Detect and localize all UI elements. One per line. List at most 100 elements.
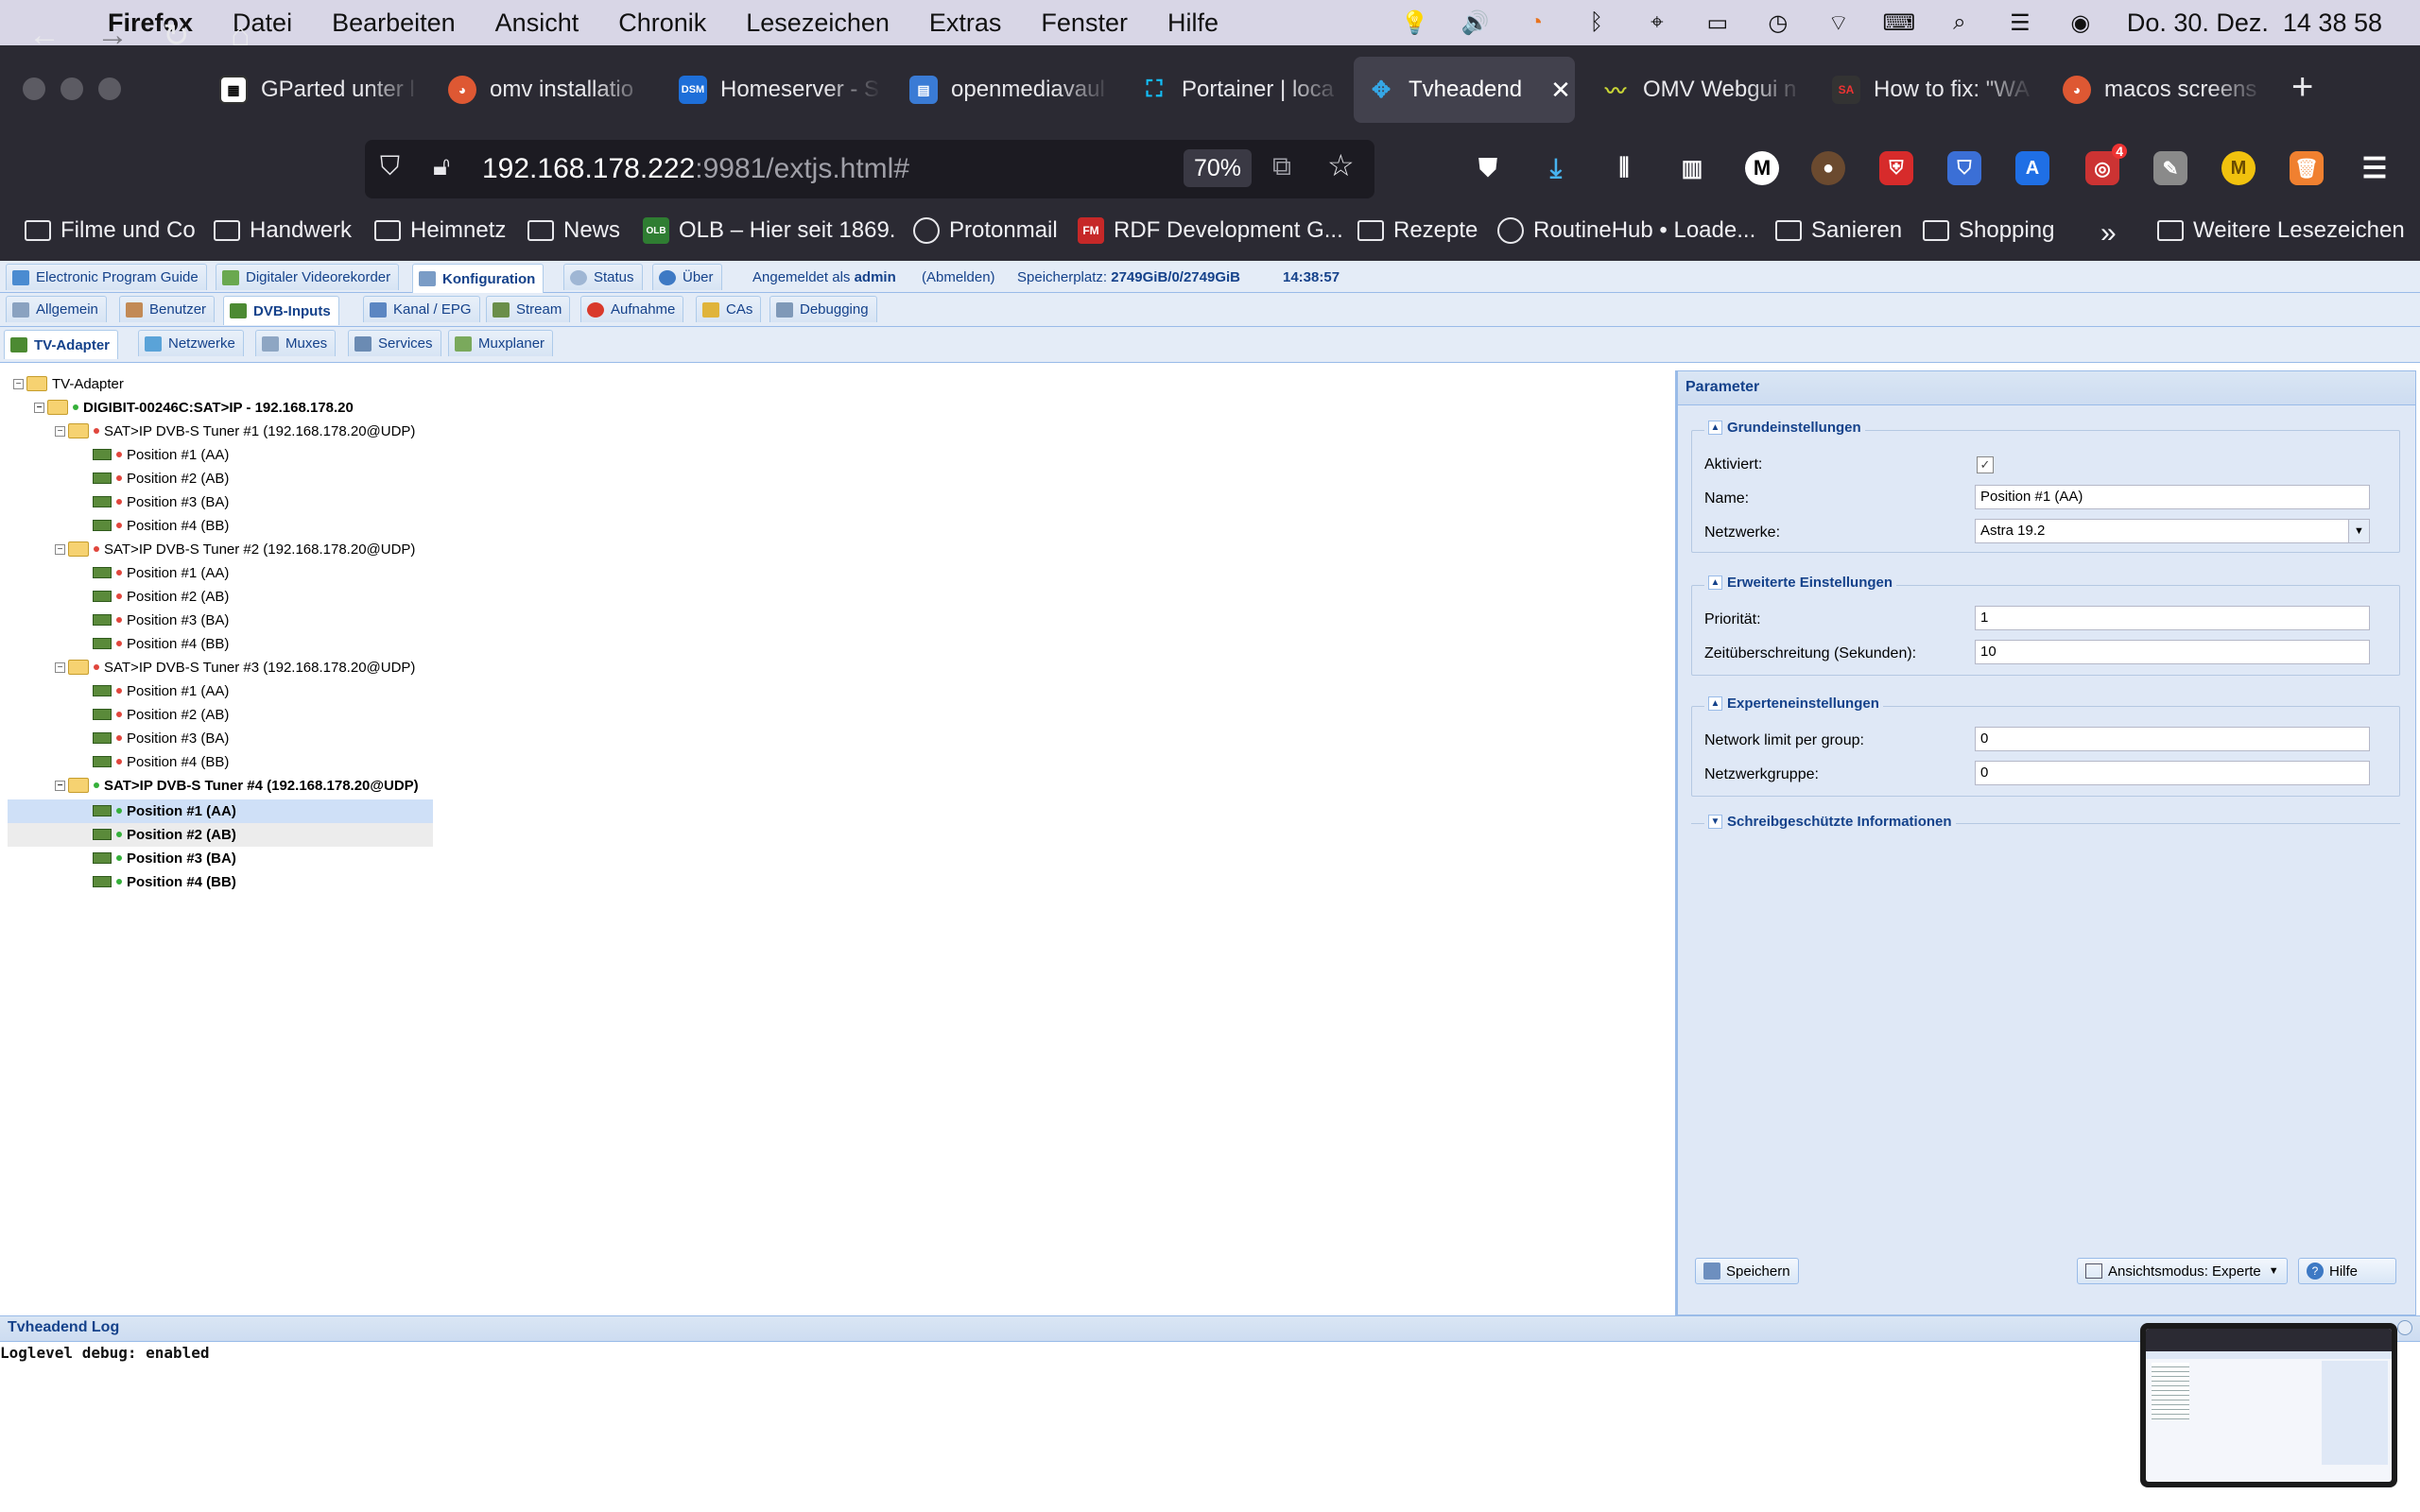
- bookmark-rdf-development[interactable]: FM RDF Development G...: [1078, 217, 1343, 244]
- extension-puzzle-icon[interactable]: ✎: [2153, 151, 2187, 185]
- tree-position[interactable]: Position #2 (AB): [93, 467, 229, 490]
- tree-tuner[interactable]: − SAT>IP DVB-S Tuner #4 (192.168.178.20@U…: [55, 774, 419, 797]
- close-icon[interactable]: ✕: [1550, 76, 1571, 105]
- help-button[interactable]: ? Hilfe: [2298, 1258, 2396, 1284]
- extension-badge-icon[interactable]: ◎ 4: [2085, 144, 2127, 185]
- translator-icon[interactable]: A: [2015, 151, 2049, 185]
- tree-position[interactable]: Position #3 (BA): [93, 609, 229, 631]
- extension-yellow-m-icon[interactable]: M: [2221, 151, 2256, 185]
- tree-position[interactable]: Position #4 (BB): [93, 514, 229, 537]
- shield-icon[interactable]: ⛉: [380, 151, 400, 182]
- tab-dvb-inputs[interactable]: DVB-Inputs: [223, 296, 339, 325]
- window-close-button[interactable]: [23, 77, 45, 100]
- fieldset-expert-legend[interactable]: ▲ Experteneinstellungen: [1704, 696, 1883, 712]
- tree-position[interactable]: Position #2 (AB): [93, 703, 229, 726]
- menu-extras[interactable]: Extras: [929, 9, 1002, 38]
- tab-ueber[interactable]: Über: [652, 264, 722, 290]
- tab-epg[interactable]: Electronic Program Guide: [6, 264, 207, 290]
- tab-muxes[interactable]: Muxes: [255, 330, 337, 356]
- bookmark-shopping[interactable]: Shopping: [1923, 217, 2054, 244]
- priority-input[interactable]: 1: [1975, 606, 2370, 630]
- wifi-icon[interactable]: ⌔: [1824, 9, 1853, 37]
- tab-cas[interactable]: CAs: [696, 296, 762, 322]
- tree-position[interactable]: Position #3 (BA): [93, 490, 229, 513]
- view-mode-button[interactable]: Ansichtsmodus: Experte ▼: [2077, 1258, 2288, 1284]
- timeout-input[interactable]: 10: [1975, 640, 2370, 664]
- lightbulb-icon[interactable]: 💡: [1401, 9, 1429, 37]
- new-tab-button[interactable]: +: [2291, 66, 2313, 109]
- tab-portainer[interactable]: ⛶ Portainer | loca: [1127, 57, 1342, 123]
- limit-input[interactable]: 0: [1975, 727, 2370, 751]
- group-input[interactable]: 0: [1975, 761, 2370, 785]
- tree-position[interactable]: Position #4 (BB): [93, 870, 236, 893]
- tree-position[interactable]: Position #4 (BB): [93, 632, 229, 655]
- tree-position-selected[interactable]: Position #1 (AA): [93, 799, 236, 822]
- fieldset-basic-legend[interactable]: ▲ Grundeinstellungen: [1704, 420, 1865, 436]
- cursor-icon[interactable]: ⌖: [1643, 9, 1671, 37]
- collapse-arrow-icon[interactable]: ▲: [1708, 576, 1722, 590]
- tree-position[interactable]: Position #1 (AA): [93, 679, 229, 702]
- bookmark-olb[interactable]: OLB OLB – Hier seit 1869.: [643, 217, 895, 244]
- save-button[interactable]: Speichern: [1695, 1258, 1799, 1284]
- control-center-icon[interactable]: ☰: [2006, 9, 2034, 37]
- tree-position[interactable]: Position #3 (BA): [93, 847, 236, 869]
- volume-icon[interactable]: 🔊: [1461, 9, 1490, 37]
- battery-icon[interactable]: ▭: [1703, 9, 1732, 37]
- bookmark-news[interactable]: News: [527, 217, 620, 244]
- collapse-arrow-icon[interactable]: ▲: [1708, 696, 1722, 711]
- tab-homeserver[interactable]: DSM Homeserver - S: [666, 57, 881, 123]
- bookmark-sanieren[interactable]: Sanieren: [1775, 217, 1902, 244]
- menu-chronik[interactable]: Chronik: [618, 9, 706, 38]
- tab-tv-adapter[interactable]: TV-Adapter: [4, 330, 119, 359]
- menu-hilfe[interactable]: Hilfe: [1167, 9, 1219, 38]
- menu-fenster[interactable]: Fenster: [1041, 9, 1128, 38]
- zoom-level-button[interactable]: 70%: [1184, 149, 1252, 187]
- pocket-icon[interactable]: ⛊: [1471, 151, 1505, 185]
- tab-how-to-fix[interactable]: SA How to fix: "WA: [1819, 57, 2034, 123]
- tree-position[interactable]: Position #1 (AA): [93, 443, 229, 466]
- bitwarden-icon[interactable]: ⛉: [1947, 151, 1981, 185]
- tab-dvr[interactable]: Digitaler Videorekorder: [216, 264, 400, 290]
- bookmark-handwerk[interactable]: Handwerk: [214, 217, 352, 244]
- bookmark-weitere-lesezeichen[interactable]: Weitere Lesezeichen: [2157, 217, 2405, 244]
- tab-benutzer[interactable]: Benutzer: [119, 296, 216, 322]
- tab-tvheadend[interactable]: ✥ Tvheadend ✕: [1354, 57, 1575, 123]
- url-text[interactable]: 192.168.178.222:9981/extjs.html#: [482, 153, 909, 185]
- log-collapse-icon[interactable]: [2397, 1320, 2412, 1335]
- tree-device[interactable]: − DIGIBIT-00246C:SAT>IP - 192.168.178.20: [34, 396, 354, 419]
- networks-select[interactable]: Astra 19.2 ▼: [1975, 519, 2370, 543]
- collapse-arrow-icon[interactable]: ▲: [1708, 421, 1722, 435]
- back-icon[interactable]: ←: [28, 17, 60, 54]
- tab-services[interactable]: Services: [348, 330, 441, 356]
- trash-extension-icon[interactable]: 🗑︎: [2290, 151, 2324, 185]
- collapse-toggle-icon[interactable]: −: [13, 378, 24, 389]
- tree-position[interactable]: Position #2 (AB): [93, 823, 236, 846]
- tab-netzwerke[interactable]: Netzwerke: [138, 330, 244, 356]
- menubar-clock[interactable]: Do. 30. Dez. 14 38 58: [2127, 9, 2382, 38]
- expand-arrow-icon[interactable]: ▼: [1708, 815, 1722, 829]
- hamburger-menu-icon[interactable]: ☰: [2358, 151, 2392, 185]
- bookmark-star-icon[interactable]: ☆: [1327, 147, 1355, 183]
- tab-macos-screenshot[interactable]: ◕ macos screens: [2049, 57, 2265, 123]
- logout-link[interactable]: (Abmelden): [922, 269, 995, 285]
- time-machine-icon[interactable]: ◷: [1764, 9, 1792, 37]
- keyboard-icon[interactable]: ⌨: [1883, 9, 1916, 37]
- siri-icon[interactable]: ◉: [2066, 9, 2095, 37]
- tab-stream[interactable]: Stream: [486, 296, 571, 322]
- screenshot-thumbnail[interactable]: [2140, 1323, 2397, 1487]
- bluetooth-icon[interactable]: ᛒ: [1582, 9, 1611, 37]
- enabled-checkbox[interactable]: ✓: [1977, 456, 1994, 473]
- window-zoom-button[interactable]: [98, 77, 121, 100]
- bookmarks-overflow-icon[interactable]: »: [2100, 217, 2117, 249]
- tree-position[interactable]: Position #2 (AB): [93, 585, 229, 608]
- ublock-icon[interactable]: ⛨: [1879, 151, 1913, 185]
- collapse-toggle-icon[interactable]: −: [55, 662, 65, 673]
- tab-status[interactable]: Status: [563, 264, 643, 290]
- spotlight-icon[interactable]: ⌕: [1945, 9, 1974, 37]
- bookmark-rezepte[interactable]: Rezepte: [1357, 217, 1478, 244]
- forward-icon[interactable]: →: [96, 17, 129, 54]
- reload-icon[interactable]: ↻: [163, 17, 190, 55]
- tab-aufnahme[interactable]: Aufnahme: [580, 296, 684, 322]
- reader-icon[interactable]: ▥: [1675, 151, 1709, 185]
- bookmark-protonmail[interactable]: Protonmail: [913, 217, 1058, 244]
